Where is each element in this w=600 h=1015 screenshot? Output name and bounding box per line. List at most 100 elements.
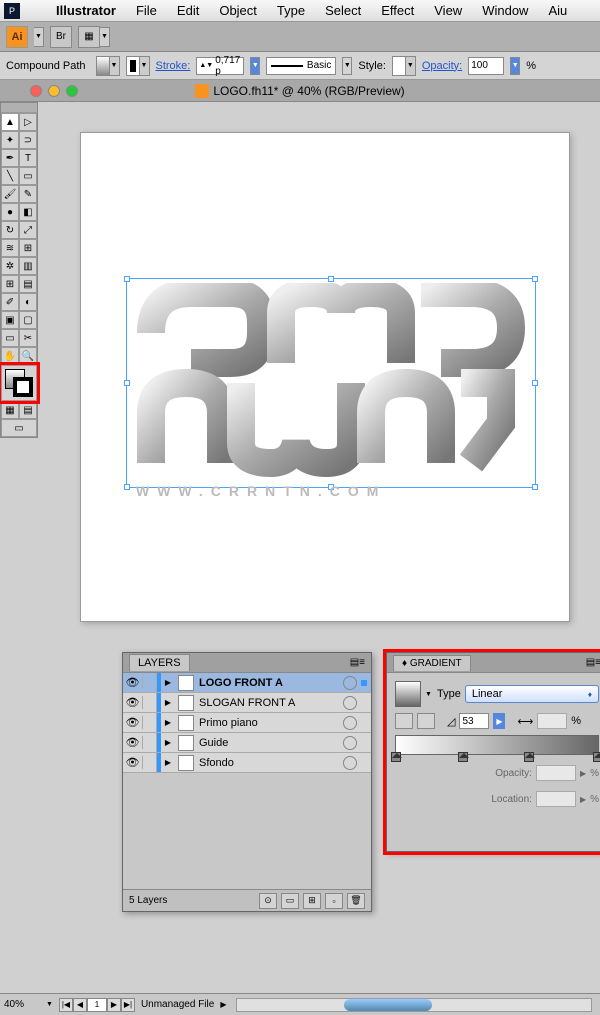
menu-select[interactable]: Select (315, 3, 371, 18)
gradient-stop-opacity-input[interactable] (536, 765, 576, 781)
visibility-toggle[interactable]: 👁 (123, 676, 143, 689)
zoom-window-button[interactable] (66, 85, 78, 97)
location-dropdown-arrow[interactable]: ▶ (580, 795, 586, 804)
layer-row[interactable]: 👁▶LOGO FRONT A (123, 673, 371, 693)
menu-object[interactable]: Object (209, 3, 267, 18)
opacity-link[interactable]: Opacity: (422, 60, 462, 72)
gradient-slider[interactable] (395, 735, 599, 755)
pencil-tool[interactable]: ✎ (19, 185, 37, 203)
lasso-tool[interactable]: ⊃ (19, 131, 37, 149)
hand-tool[interactable]: ✋ (1, 347, 19, 365)
visibility-toggle[interactable]: 👁 (123, 716, 143, 729)
layer-name[interactable]: SLOGAN FRONT A (197, 697, 343, 709)
live-paint-selection-tool[interactable]: ▢ (19, 311, 37, 329)
menu-effect[interactable]: Effect (371, 3, 424, 18)
stroke-dropdown[interactable]: ▼ (250, 57, 260, 75)
target-icon[interactable] (343, 736, 357, 750)
gradient-tab[interactable]: ♦ GRADIENT (393, 655, 471, 671)
fill-stroke-indicator[interactable] (1, 365, 37, 401)
gradient-stop[interactable] (391, 752, 401, 762)
disclosure-triangle[interactable]: ▶ (161, 738, 175, 747)
target-icon[interactable] (343, 676, 357, 690)
appbar-dropdown-2[interactable]: ▦▼ (78, 26, 110, 48)
selection-handle[interactable] (124, 484, 130, 490)
minimize-window-button[interactable] (48, 85, 60, 97)
menu-view[interactable]: View (424, 3, 472, 18)
selection-handle[interactable] (328, 276, 334, 282)
opacity-dropdown-arrow[interactable]: ▶ (580, 769, 586, 778)
selection-bounding-box[interactable] (126, 278, 536, 488)
gradient-mode-button[interactable]: ▤ (19, 401, 37, 419)
disclosure-triangle[interactable]: ▶ (161, 698, 175, 707)
stroke-link[interactable]: Stroke: (156, 60, 191, 72)
opacity-input[interactable]: 100 (468, 57, 504, 75)
new-sublayer-button[interactable]: ⊞ (303, 893, 321, 909)
lock-toggle[interactable] (143, 753, 157, 772)
logo-artwork[interactable] (131, 283, 531, 483)
gradient-angle-dropdown[interactable]: ▶ (493, 713, 505, 729)
target-icon[interactable] (343, 756, 357, 770)
magic-wand-tool[interactable]: ✦ (1, 131, 19, 149)
layer-row[interactable]: 👁▶SLOGAN FRONT A (123, 693, 371, 713)
menu-window[interactable]: Window (472, 3, 538, 18)
opacity-dropdown[interactable]: ▼ (510, 57, 520, 75)
disclosure-triangle[interactable]: ▶ (161, 678, 175, 687)
direct-selection-tool[interactable]: ▷ (19, 113, 37, 131)
locate-object-button[interactable]: ⊙ (259, 893, 277, 909)
live-paint-tool[interactable]: ▣ (1, 311, 19, 329)
gradient-type-select[interactable]: Linear♦ (465, 685, 599, 703)
layer-name[interactable]: Sfondo (197, 757, 343, 769)
free-transform-tool[interactable]: ⊞ (19, 239, 37, 257)
zoom-level[interactable]: 40% (4, 999, 40, 1010)
rotate-tool[interactable]: ↻ (1, 221, 19, 239)
gradient-preview-dropdown[interactable]: ▼ (425, 691, 433, 698)
scrollbar-thumb[interactable] (344, 999, 432, 1011)
stroke-swatch[interactable] (13, 377, 33, 397)
lock-toggle[interactable] (143, 733, 157, 752)
stroke-swatch-button[interactable]: ▼ (126, 56, 150, 76)
selection-handle[interactable] (532, 380, 538, 386)
close-window-button[interactable] (30, 85, 42, 97)
graph-tool[interactable]: ▥ (19, 257, 37, 275)
gradient-aspect-input[interactable] (537, 713, 567, 729)
visibility-toggle[interactable]: 👁 (123, 756, 143, 769)
zoom-tool[interactable]: 🔍 (19, 347, 37, 365)
layers-tab[interactable]: LAYERS (129, 654, 190, 671)
gradient-stroke-button[interactable] (417, 713, 435, 729)
gradient-stop[interactable] (458, 752, 468, 762)
gradient-tool[interactable]: ▤ (19, 275, 37, 293)
warp-tool[interactable]: ≋ (1, 239, 19, 257)
stroke-weight-input[interactable]: ▲▼0,717 p (196, 57, 244, 75)
menu-type[interactable]: Type (267, 3, 315, 18)
new-layer-button[interactable]: ▫ (325, 893, 343, 909)
selection-tool[interactable]: ▲ (1, 113, 19, 131)
lock-toggle[interactable] (143, 673, 157, 692)
last-artboard-button[interactable]: ▶| (121, 998, 135, 1012)
layer-name[interactable]: Guide (197, 737, 343, 749)
symbol-sprayer-tool[interactable]: ✲ (1, 257, 19, 275)
blend-tool[interactable]: ◐ (19, 293, 37, 311)
delete-layer-button[interactable]: 🗑 (347, 893, 365, 909)
lock-toggle[interactable] (143, 693, 157, 712)
target-icon[interactable] (343, 716, 357, 730)
selection-handle[interactable] (532, 484, 538, 490)
scale-tool[interactable]: ⤢ (19, 221, 37, 239)
bridge-button[interactable]: Br (50, 26, 72, 48)
line-tool[interactable]: ╲ (1, 167, 19, 185)
menu-edit[interactable]: Edit (167, 3, 209, 18)
layer-row[interactable]: 👁▶Guide (123, 733, 371, 753)
horizontal-scrollbar[interactable] (236, 998, 592, 1012)
canvas-area[interactable]: WWW.CRRNTN.COM LAYERS ▤≡ 👁▶LOGO FRONT A👁… (42, 102, 596, 993)
lock-toggle[interactable] (143, 713, 157, 732)
color-mode-button[interactable]: ▦ (1, 401, 19, 419)
first-artboard-button[interactable]: |◀ (59, 998, 73, 1012)
menu-illustrator[interactable]: Illustrator (46, 3, 126, 18)
menu-help[interactable]: Aiu (538, 3, 577, 18)
tools-panel-grip[interactable] (1, 103, 37, 113)
artboard-tool[interactable]: ▭ (1, 329, 19, 347)
selection-handle[interactable] (124, 380, 130, 386)
reverse-gradient-button[interactable] (395, 713, 413, 729)
fill-swatch-button[interactable]: ▼ (96, 56, 120, 76)
status-dropdown[interactable]: ▶ (220, 1000, 226, 1009)
screen-mode-button[interactable]: ▭ (1, 419, 37, 437)
